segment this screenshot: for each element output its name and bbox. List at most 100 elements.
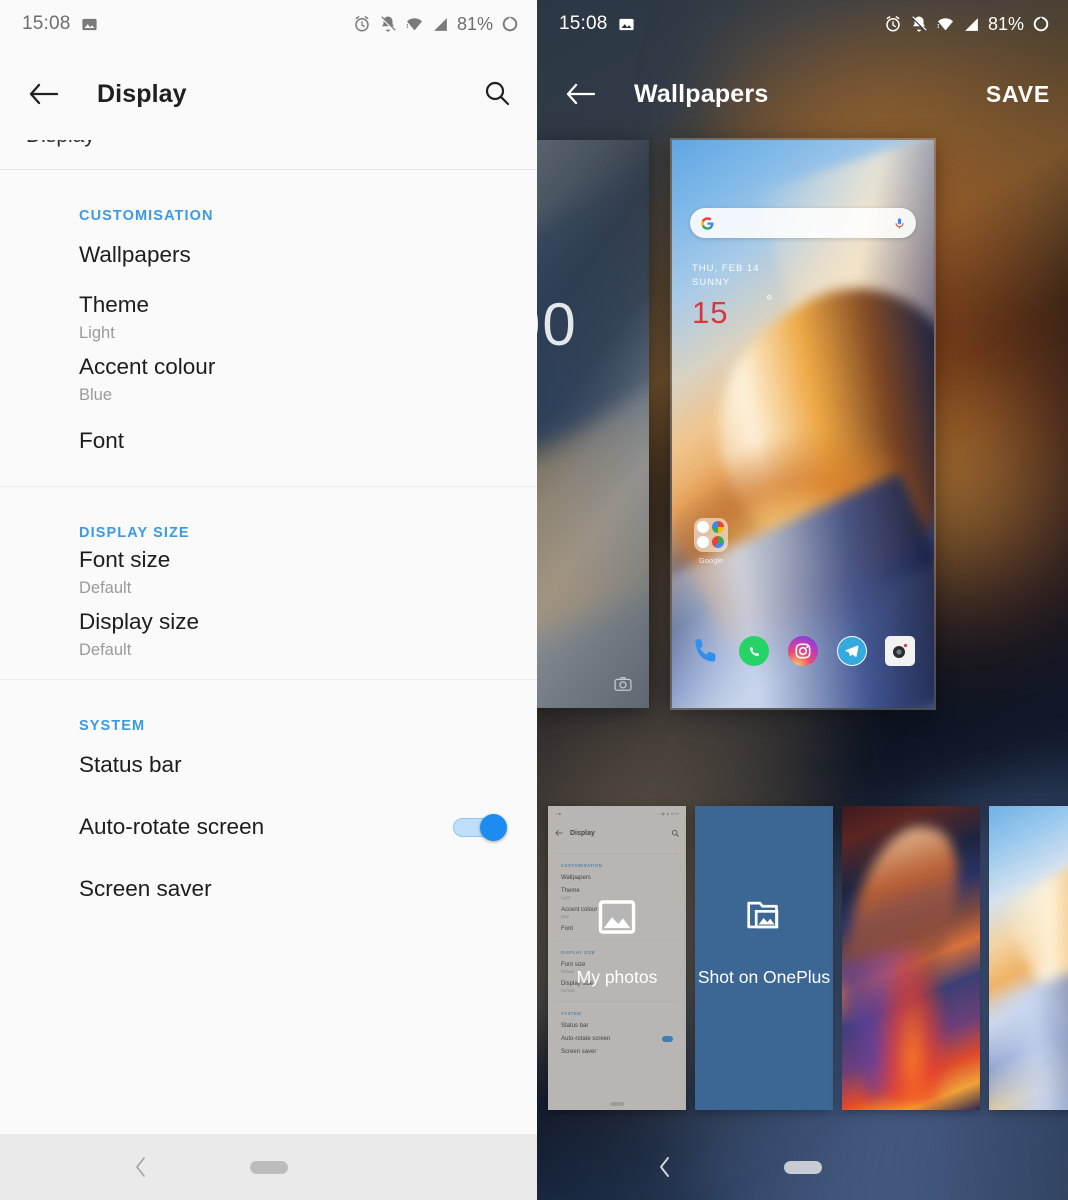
instagram-icon[interactable] bbox=[787, 636, 818, 666]
section-header-display-size: DISPLAY SIZE bbox=[79, 525, 190, 541]
weather-widget[interactable]: THU, FEB 14 SUNNY 15 ° bbox=[692, 262, 773, 331]
my-photos-dim-overlay bbox=[548, 806, 686, 1110]
lockscreen-clock: 00 bbox=[537, 291, 578, 358]
right-navigation-bar bbox=[537, 1134, 1068, 1200]
display-settings-screen: 15:08 81% Display CUSTOMISATION Wallpape… bbox=[0, 0, 537, 1200]
temperature-digit-1: 15 bbox=[692, 294, 729, 330]
arrow-back-icon[interactable] bbox=[559, 73, 601, 115]
toggle-knob bbox=[480, 814, 507, 841]
section-system: SYSTEM Status bar Auto-rotate screen Scr… bbox=[0, 680, 537, 934]
gmail-mini-icon bbox=[697, 536, 709, 548]
row-auto-rotate-screen[interactable]: Auto-rotate screen bbox=[0, 796, 537, 858]
row-display-size[interactable]: Display size Default bbox=[0, 603, 537, 665]
row-subtitle: Default bbox=[79, 578, 132, 597]
battery-percent: 81% bbox=[987, 13, 1024, 34]
google-search-bar[interactable] bbox=[690, 208, 916, 238]
left-status-bar: 15:08 81% bbox=[0, 0, 537, 48]
degree-symbol: ° bbox=[766, 292, 773, 310]
row-font[interactable]: Font bbox=[0, 410, 537, 472]
nav-back-icon[interactable] bbox=[133, 1155, 149, 1179]
auto-rotate-toggle[interactable] bbox=[453, 814, 507, 841]
battery-icon bbox=[501, 15, 519, 33]
microphone-icon[interactable] bbox=[893, 217, 906, 230]
wallpapers-picker-screen: 15:08 81% Wallpapers SAVE 0 THU, FEB 14 … bbox=[537, 0, 1068, 1200]
photo-folder-icon bbox=[745, 900, 783, 939]
homescreen-preview-card[interactable]: THU, FEB 14 SUNNY 15 ° Google bbox=[670, 138, 936, 710]
row-accent-colour[interactable]: Accent colour Blue bbox=[0, 348, 537, 410]
row-theme[interactable]: Theme Light bbox=[0, 286, 537, 348]
settings-list: Display CUSTOMISATION Wallpapers Theme L… bbox=[0, 140, 537, 934]
lockscreen-preview-card[interactable]: 00 29 bbox=[537, 140, 649, 708]
category-my-photos[interactable]: ○ ■ ○ ◉ ▲ 81% Display CUSTOMISATION Wall… bbox=[548, 806, 686, 1110]
telegram-icon[interactable] bbox=[836, 636, 867, 666]
row-title: Status bar bbox=[79, 751, 182, 777]
row-subtitle: Blue bbox=[79, 385, 113, 404]
battery-percent: 81% bbox=[456, 13, 493, 34]
section-header-customisation: CUSTOMISATION bbox=[79, 208, 214, 224]
search-icon[interactable] bbox=[477, 74, 517, 114]
right-status-bar: 15:08 81% bbox=[537, 0, 1068, 48]
maps-mini-icon bbox=[712, 536, 724, 548]
google-g-icon bbox=[700, 216, 715, 231]
left-navigation-bar bbox=[0, 1134, 537, 1200]
image-icon bbox=[618, 16, 635, 33]
wifi-icon bbox=[405, 15, 424, 33]
row-subtitle: Light bbox=[79, 323, 115, 342]
wallpaper-thumbnail-2[interactable] bbox=[989, 806, 1068, 1110]
folder-icon-grid bbox=[694, 518, 728, 552]
row-title: Screen saver bbox=[79, 875, 212, 901]
section-display-size: DISPLAY SIZE Font size Default Display s… bbox=[0, 487, 537, 680]
alarm-icon bbox=[353, 15, 371, 33]
status-clock: 15:08 bbox=[559, 13, 608, 34]
cellular-signal-icon bbox=[432, 16, 449, 33]
section-header-system: SYSTEM bbox=[79, 718, 146, 734]
camera-app-icon[interactable] bbox=[885, 636, 916, 666]
wallpaper-preview-carousel[interactable]: 00 29 bbox=[537, 138, 1068, 740]
whatsapp-icon[interactable] bbox=[739, 636, 770, 666]
row-wallpapers[interactable]: Wallpapers bbox=[0, 224, 537, 286]
wifi-icon bbox=[936, 15, 955, 33]
home-dock bbox=[672, 636, 934, 666]
wallpaper-category-strip[interactable]: ○ ■ ○ ◉ ▲ 81% Display CUSTOMISATION Wall… bbox=[548, 806, 1068, 1110]
page-title: Display bbox=[97, 79, 187, 108]
weather-condition: SUNNY bbox=[692, 277, 731, 289]
nav-back-icon[interactable] bbox=[657, 1155, 673, 1179]
wallpaper-thumbnail-1[interactable] bbox=[842, 806, 980, 1110]
image-icon bbox=[81, 16, 98, 33]
row-title: Auto-rotate screen bbox=[79, 813, 265, 839]
row-title: Accent colour bbox=[79, 354, 216, 380]
chrome-mini-icon bbox=[712, 521, 724, 533]
home-pill[interactable] bbox=[249, 1160, 288, 1174]
dual-screenshot-stage: 15:08 81% Display CUSTOMISATION Wallpape… bbox=[0, 0, 1068, 1200]
row-status-bar[interactable]: Status bar bbox=[0, 734, 537, 796]
partial-row-fragment: Display bbox=[26, 140, 95, 148]
cellular-signal-icon bbox=[963, 16, 980, 33]
row-screen-saver[interactable]: Screen saver bbox=[0, 858, 537, 920]
row-font-size[interactable]: Font size Default bbox=[0, 541, 537, 603]
row-title: Font size bbox=[79, 547, 171, 573]
display-app-bar: Display bbox=[0, 48, 537, 140]
camera-icon bbox=[613, 674, 633, 694]
wallpapers-app-bar: Wallpapers SAVE bbox=[537, 48, 1068, 140]
weather-date: THU, FEB 14 bbox=[692, 263, 760, 274]
alarm-icon bbox=[884, 15, 902, 33]
battery-icon bbox=[1032, 15, 1050, 33]
google-mini-icon bbox=[697, 521, 709, 533]
category-shot-on-oneplus[interactable]: Shot on OnePlus bbox=[695, 806, 833, 1110]
category-label: My photos bbox=[576, 967, 658, 987]
row-title: Display size bbox=[79, 609, 200, 635]
folder-label: Google bbox=[698, 556, 724, 565]
row-title: Theme bbox=[79, 292, 150, 318]
partial-row-top[interactable]: Display bbox=[0, 140, 537, 170]
category-label: Shot on OnePlus bbox=[697, 967, 831, 987]
home-pill[interactable] bbox=[783, 1160, 822, 1174]
weather-temperature: 15 ° bbox=[692, 293, 773, 331]
section-customisation: CUSTOMISATION Wallpapers Theme Light Acc… bbox=[0, 170, 537, 487]
notifications-off-icon bbox=[379, 15, 397, 33]
phone-icon[interactable] bbox=[691, 636, 721, 666]
save-button[interactable]: SAVE bbox=[986, 81, 1050, 108]
google-folder[interactable]: Google bbox=[694, 518, 728, 565]
photo-image-icon bbox=[598, 900, 636, 939]
status-clock: 15:08 bbox=[22, 13, 71, 34]
arrow-back-icon[interactable] bbox=[22, 73, 64, 115]
